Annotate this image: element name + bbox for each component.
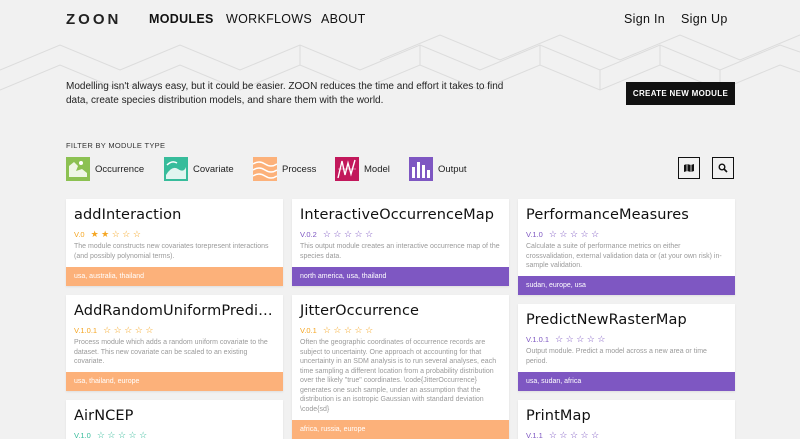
- nav-modules[interactable]: MODULES: [149, 12, 214, 26]
- module-title: PrintMap: [526, 408, 591, 424]
- module-version: V.0: [74, 230, 85, 239]
- output-icon: [409, 157, 433, 181]
- module-description: Calculate a suite of performance metrics…: [526, 243, 722, 269]
- module-tags: usa, sudan, africa: [518, 372, 735, 391]
- filter-title: FILTER BY MODULE TYPE: [66, 141, 166, 150]
- module-title: InteractiveOccurrenceMap: [300, 207, 495, 223]
- module-rating[interactable]: ☆☆☆☆☆: [97, 430, 150, 439]
- module-tags: north america, usa, thailand: [292, 267, 509, 286]
- filter-label: Covariate: [193, 163, 234, 175]
- module-card-addrandomuniformpredictor[interactable]: AddRandomUniformPredi… V.1.0.1 ☆☆☆☆☆ Proc…: [66, 295, 283, 391]
- model-icon: [335, 157, 359, 181]
- filter-covariate[interactable]: Covariate: [164, 156, 234, 182]
- module-tags: africa, russia, europe: [292, 420, 509, 439]
- module-card-printmap[interactable]: PrintMap V.1.1 ☆☆☆☆☆: [518, 400, 735, 439]
- filter-label: Occurrence: [95, 163, 145, 175]
- module-description: This output module creates an interactiv…: [300, 243, 500, 260]
- module-version: V.0.2: [300, 230, 317, 239]
- module-rating[interactable]: ★★☆☆☆: [91, 229, 144, 240]
- process-icon: [253, 157, 277, 181]
- sign-up-link[interactable]: Sign Up: [681, 12, 728, 26]
- module-card-airncep[interactable]: AirNCEP V.1.0 ☆☆☆☆☆: [66, 400, 283, 439]
- module-version: V.1.0.1: [74, 326, 98, 335]
- filter-output[interactable]: Output: [409, 156, 467, 182]
- module-version: V.1.1: [526, 431, 543, 439]
- module-description: Often the geographic coordinates of occu…: [300, 339, 497, 413]
- nav-about[interactable]: ABOUT: [321, 12, 366, 26]
- module-title: PredictNewRasterMap: [526, 312, 687, 328]
- module-version: V.1.0: [74, 431, 91, 439]
- module-tags: sudan, europe, usa: [518, 276, 735, 295]
- map-icon: [684, 164, 694, 172]
- search-icon: [718, 163, 728, 173]
- create-new-module-button[interactable]: CREATE NEW MODULE: [626, 82, 735, 105]
- brand-logo[interactable]: ZOON: [66, 11, 121, 28]
- module-title: addInteraction: [74, 207, 182, 223]
- module-rating[interactable]: ☆☆☆☆☆: [103, 325, 156, 336]
- module-title: AddRandomUniformPredi…: [74, 303, 273, 319]
- sign-in-link[interactable]: Sign In: [624, 12, 665, 26]
- filter-model[interactable]: Model: [335, 156, 390, 182]
- filter-label: Output: [438, 163, 467, 175]
- filter-occurrence[interactable]: Occurrence: [66, 156, 144, 182]
- module-card-jitteroccurrence[interactable]: JitterOccurrence V.0.1 ☆☆☆☆☆ Often the ge…: [292, 295, 509, 439]
- module-version: V.0.1: [300, 326, 317, 335]
- filter-label: Model: [364, 163, 390, 175]
- filter-process[interactable]: Process: [253, 156, 316, 182]
- module-title: JitterOccurrence: [300, 303, 420, 319]
- module-rating[interactable]: ☆☆☆☆☆: [323, 229, 376, 240]
- module-rating[interactable]: ☆☆☆☆☆: [323, 325, 376, 336]
- module-rating[interactable]: ☆☆☆☆☆: [549, 229, 602, 240]
- top-navbar: ZOON MODULES WORKFLOWS ABOUT Sign In Sig…: [0, 0, 800, 38]
- module-card-performancemeasures[interactable]: PerformanceMeasures V.1.0 ☆☆☆☆☆ Calculate…: [518, 199, 735, 295]
- module-rating[interactable]: ☆☆☆☆☆: [549, 430, 602, 439]
- search-button[interactable]: [712, 157, 734, 179]
- module-card-predictnewrastermap[interactable]: PredictNewRasterMap V.1.0.1 ☆☆☆☆☆ Output …: [518, 304, 735, 391]
- module-title: PerformanceMeasures: [526, 207, 689, 223]
- nav-workflows[interactable]: WORKFLOWS: [226, 12, 312, 26]
- module-version: V.1.0: [526, 230, 543, 239]
- module-card-addinteraction[interactable]: addInteraction V.0 ★★☆☆☆ The module const…: [66, 199, 283, 286]
- occurrence-icon: [66, 157, 90, 181]
- module-version: V.1.0.1: [526, 335, 550, 344]
- module-tags: usa, australia, thailand: [66, 267, 283, 286]
- filter-label: Process: [282, 163, 317, 175]
- intro-text: Modelling isn't always easy, but it coul…: [66, 81, 504, 106]
- covariate-icon: [164, 157, 188, 181]
- module-card-interactiveoccurrencemap[interactable]: InteractiveOccurrenceMap V.0.2 ☆☆☆☆☆ This…: [292, 199, 509, 286]
- module-description: Output module. Predict a model across a …: [526, 348, 707, 365]
- module-description: Process module which adds a random unifo…: [74, 339, 268, 365]
- module-description: The module constructs new covariates tor…: [74, 243, 269, 260]
- module-rating[interactable]: ☆☆☆☆☆: [555, 334, 608, 345]
- module-title: AirNCEP: [74, 408, 134, 424]
- module-tags: usa, thailand, europe: [66, 372, 283, 391]
- map-view-button[interactable]: [678, 157, 700, 179]
